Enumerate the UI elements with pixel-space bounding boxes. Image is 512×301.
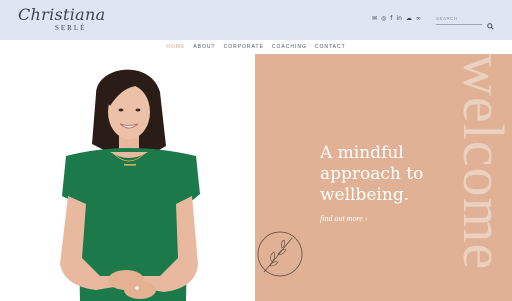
logo-surname[interactable]: SERLÉ bbox=[55, 24, 86, 32]
search-box bbox=[436, 12, 494, 30]
search-icon[interactable] bbox=[487, 23, 494, 30]
find-out-more-link[interactable]: find out more › bbox=[320, 214, 367, 223]
facebook-icon[interactable]: f bbox=[390, 15, 392, 22]
logo-script[interactable]: Christiana bbox=[18, 5, 105, 24]
soundcloud-icon[interactable]: ☁ bbox=[406, 15, 412, 22]
botanical-leaf-icon bbox=[257, 231, 303, 277]
social-icons: ✉ ◎ f in ☁ ∞ bbox=[372, 15, 421, 22]
site-header: Christiana SERLÉ ✉ ◎ f in ☁ ∞ bbox=[0, 0, 512, 40]
main-nav: HOME ABOUT CORPORATE COACHING CONTACT bbox=[0, 40, 512, 54]
search-input[interactable] bbox=[436, 12, 482, 25]
nav-contact[interactable]: CONTACT bbox=[315, 44, 346, 50]
headline-line-3: wellbeing. bbox=[320, 185, 410, 205]
hero-headline: A mindful approach to wellbeing. bbox=[320, 143, 470, 206]
cta-label: find out more bbox=[320, 214, 363, 223]
podcast-icon[interactable]: ∞ bbox=[416, 15, 421, 22]
portrait-photo bbox=[0, 54, 255, 301]
nav-coaching[interactable]: COACHING bbox=[272, 44, 307, 50]
nav-corporate[interactable]: CORPORATE bbox=[224, 44, 264, 50]
woman-portrait-image bbox=[0, 54, 255, 301]
linkedin-icon[interactable]: in bbox=[396, 15, 401, 22]
nav-about[interactable]: ABOUT bbox=[193, 44, 215, 50]
instagram-icon[interactable]: ◎ bbox=[381, 15, 386, 22]
email-icon[interactable]: ✉ bbox=[372, 15, 377, 22]
headline-line-2: approach to bbox=[320, 164, 424, 184]
chevron-right-icon: › bbox=[364, 214, 368, 223]
nav-home[interactable]: HOME bbox=[166, 44, 185, 50]
headline-line-1: A mindful bbox=[320, 143, 404, 163]
